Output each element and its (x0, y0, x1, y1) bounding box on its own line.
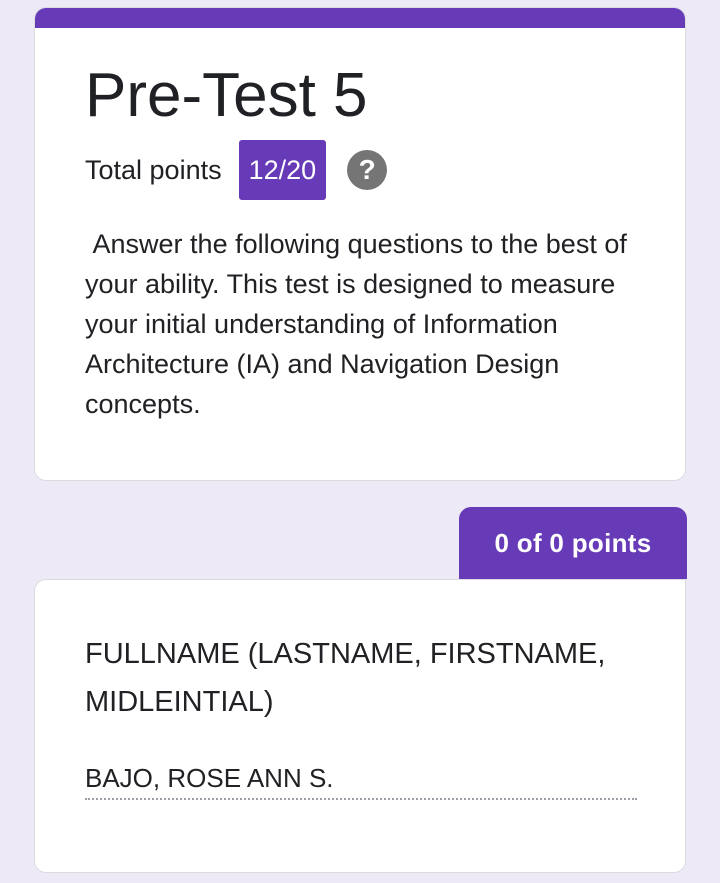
question-title: FULLNAME (LASTNAME, FIRSTNAME, MIDLEINTI… (85, 638, 606, 718)
question-mark-icon[interactable]: ? (347, 150, 388, 190)
total-points-row: Total points 12/20 ? (85, 140, 388, 200)
score-badge: 12/20 (238, 140, 327, 200)
header-accent-bar (35, 8, 685, 28)
form-header-card: Pre-Test 5 Total points 12/20 ? Answer t… (34, 7, 686, 481)
form-description: Answer the following questions to the be… (85, 229, 635, 419)
question-card: FULLNAME (LASTNAME, FIRSTNAME, MIDLEINTI… (34, 579, 686, 873)
total-points-label: Total points (85, 154, 222, 185)
answer-field: BAJO, ROSE ANN S. (85, 760, 637, 800)
form-title: Pre-Test 5 (85, 61, 368, 130)
question-points-tab: 0 of 0 points (459, 507, 687, 579)
